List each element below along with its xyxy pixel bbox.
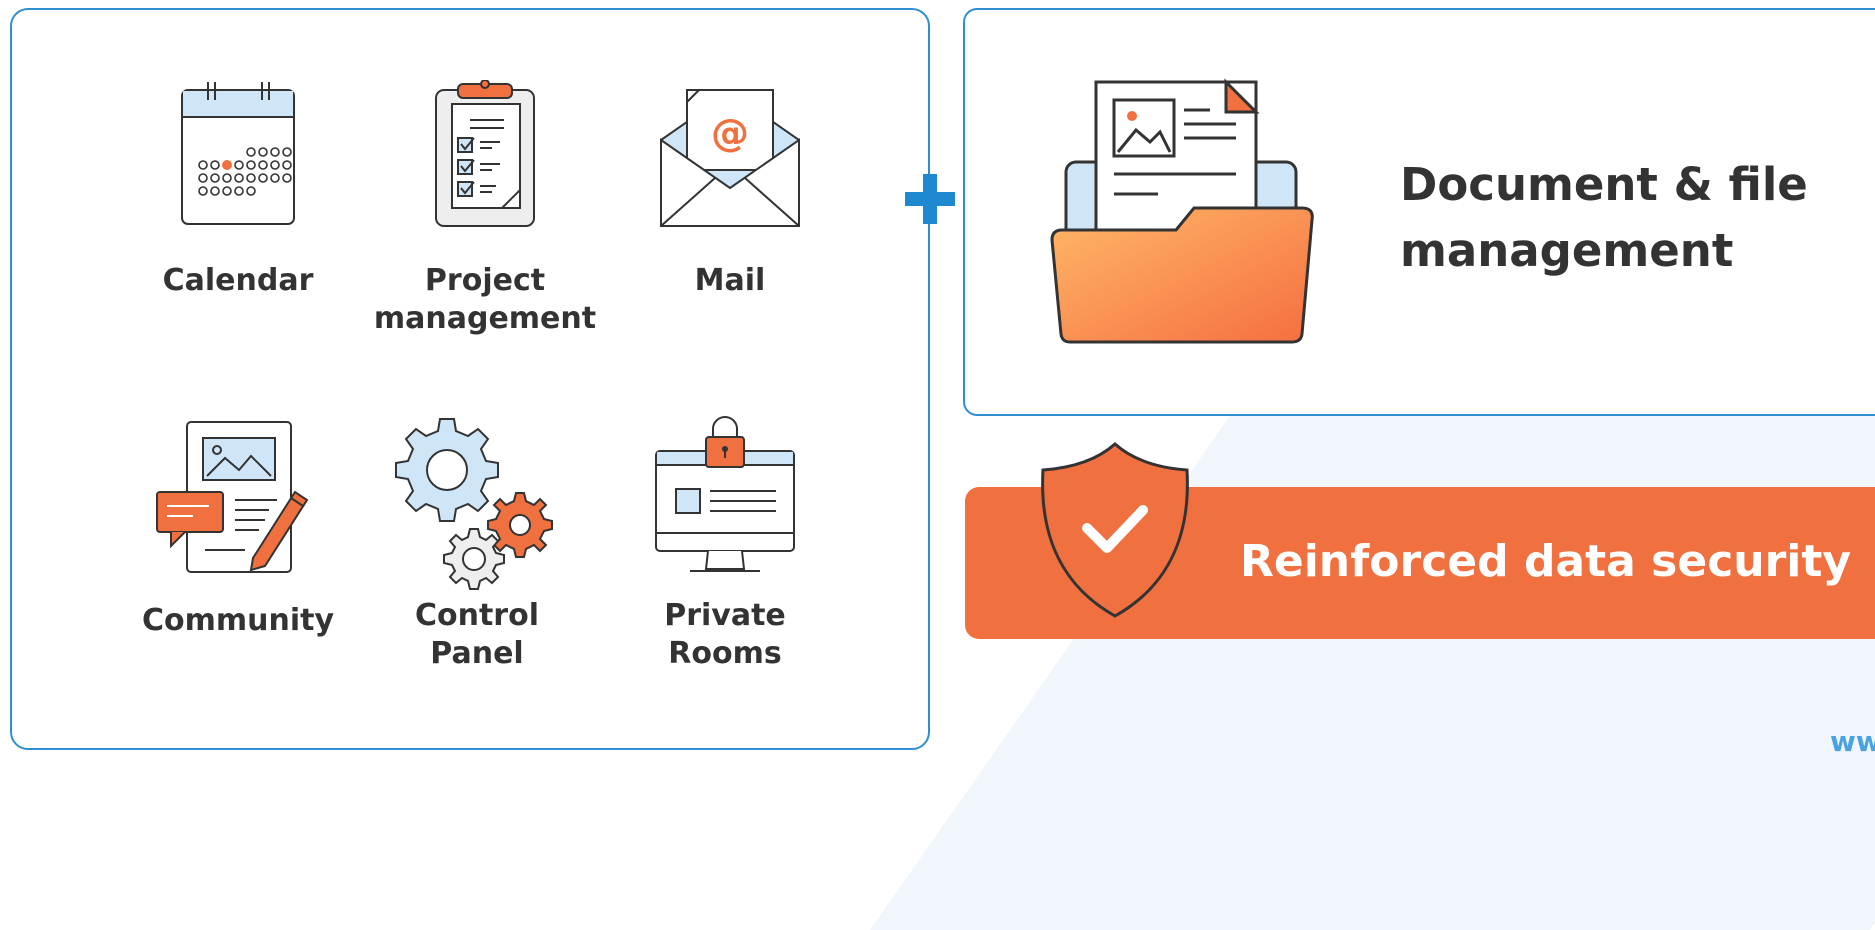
app-community: Community [113, 420, 363, 720]
app-label: Community [141, 603, 335, 638]
app-control-panel: Control Panel [352, 415, 602, 715]
app-private-rooms: Private Rooms [600, 415, 850, 715]
clipboard-icon [435, 80, 535, 227]
monitor-lock-icon [655, 416, 795, 572]
app-label: Project management [373, 263, 597, 336]
folder-icon [1050, 78, 1314, 344]
app-label: Mail [694, 263, 766, 298]
security-label: Reinforced data security [1240, 536, 1852, 587]
app-project-management: Project management [360, 80, 610, 380]
document-title: Document & file management [1400, 158, 1808, 277]
plus-icon [905, 174, 955, 224]
shield-check-icon [1041, 441, 1189, 618]
app-calendar: Calendar [113, 80, 363, 380]
app-mail: @ Mail [605, 80, 855, 380]
app-label: Private Rooms [664, 598, 786, 671]
app-label: Calendar [162, 263, 314, 298]
community-icon [156, 421, 309, 573]
app-label: Control Panel [414, 598, 539, 671]
website-url[interactable]: www.o [1830, 725, 1875, 758]
mail-icon: @ [660, 89, 800, 227]
at-symbol: @ [711, 111, 749, 155]
calendar-icon [181, 82, 295, 225]
gears-icon [395, 418, 553, 590]
